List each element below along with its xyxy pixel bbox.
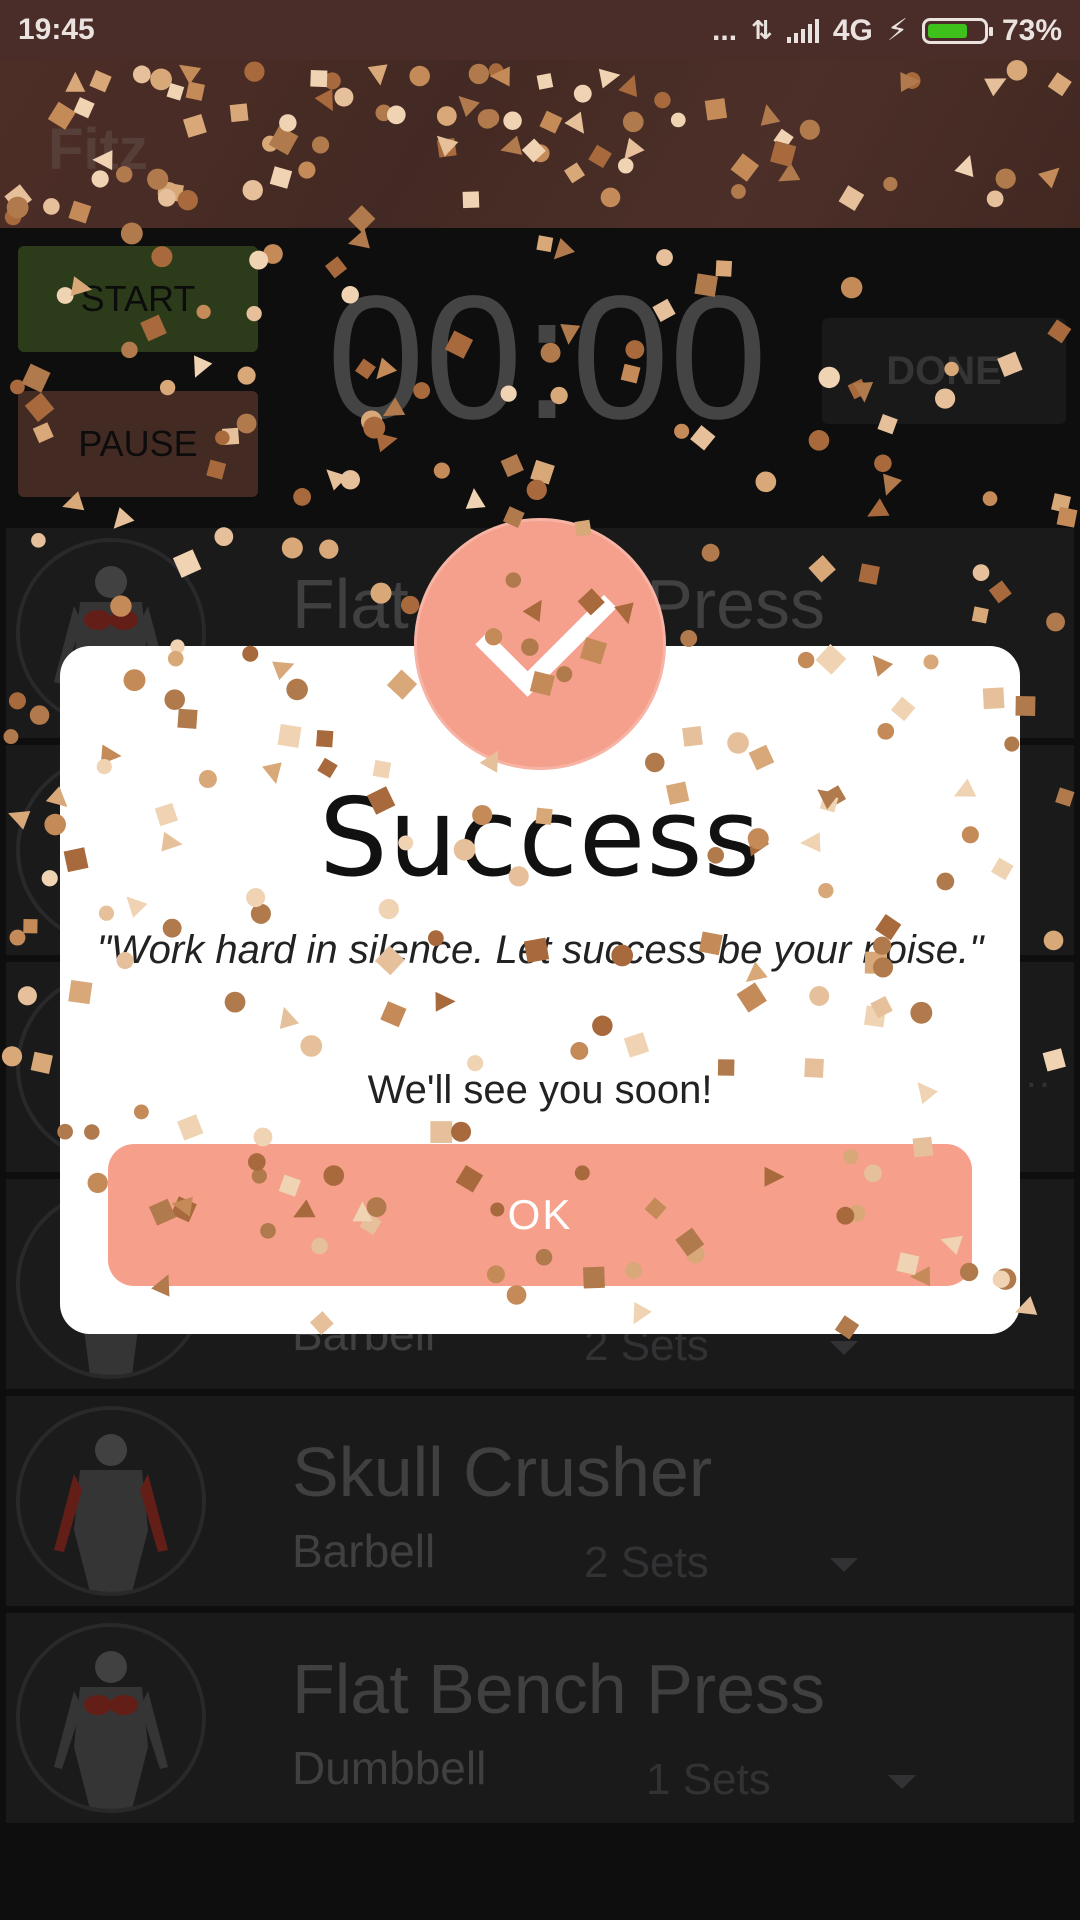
battery-icon: [921, 17, 993, 44]
battery-percent: 73%: [1001, 13, 1062, 47]
ok-button[interactable]: OK: [108, 1144, 972, 1286]
signal-icon: [786, 18, 819, 43]
status-bar: 19:45 ... ⇅ 4G ⚡ 73%: [0, 0, 1080, 60]
status-icons: ... ⇅ 4G ⚡ 73%: [712, 13, 1062, 48]
check-icon: [475, 555, 617, 697]
dialog-quote: "Work hard in silence. Let success be yo…: [96, 928, 984, 972]
notification-dots: ...: [712, 13, 738, 47]
dialog-title: Success: [319, 776, 761, 901]
dialog-message: We'll see you soon!: [367, 1068, 713, 1112]
status-time: 19:45: [18, 13, 95, 46]
data-transfer-icon: ⇅: [751, 15, 773, 45]
charging-icon: ⚡: [886, 14, 908, 47]
network-type: 4G: [832, 13, 873, 47]
success-badge: [414, 518, 666, 770]
